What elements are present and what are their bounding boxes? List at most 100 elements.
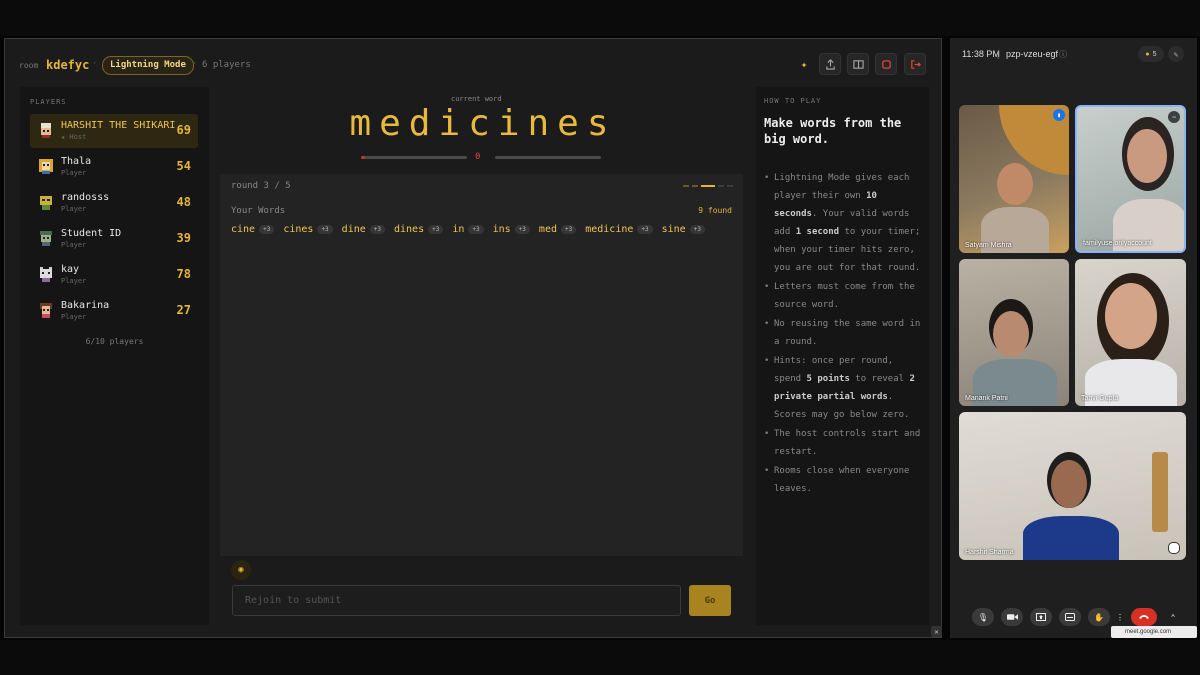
word-text: sine	[661, 224, 686, 235]
player-name: Student ID	[61, 228, 122, 239]
video-tile[interactable]: Manank Patni	[959, 259, 1069, 406]
captions-icon	[1065, 613, 1075, 621]
sparkle-icon: ✦	[800, 57, 808, 71]
go-button[interactable]: Go	[689, 585, 731, 616]
word-chip: cine +3	[231, 224, 275, 235]
people-count: 5	[1152, 50, 1157, 58]
player-role: ★ Host	[61, 133, 87, 141]
player-row: Thala Player 54	[30, 150, 198, 184]
pencil-icon: ✎	[1173, 49, 1179, 59]
word-points: +3	[317, 225, 333, 234]
meet-url: meet.google.com	[1125, 629, 1172, 635]
player-score: 48	[176, 195, 191, 209]
word-points: +3	[689, 225, 705, 234]
pin-icon[interactable]	[1168, 542, 1180, 554]
rule-emphasis: 1 second	[795, 227, 840, 237]
raise-hand-button[interactable]: ✋	[1088, 608, 1110, 626]
edit-button[interactable]: ✎	[1168, 46, 1184, 62]
camera-button[interactable]	[1001, 608, 1023, 626]
player-name: Bakarina	[61, 300, 110, 311]
participant-name: familyuse.onlyaccount	[1083, 240, 1152, 247]
word-points: +3	[259, 225, 275, 234]
rule-item: Rooms close when everyone leaves.	[764, 462, 924, 498]
leave-button[interactable]	[904, 53, 926, 75]
video-tile[interactable]: familyuse.onlyaccount ⋯	[1075, 105, 1186, 253]
timer-bar-fill	[361, 156, 365, 159]
word-text: medicine	[585, 224, 634, 235]
columns-icon	[852, 59, 864, 69]
word-chip: medicine +3	[585, 224, 653, 235]
share-button[interactable]	[819, 53, 841, 75]
words-panel: round 3 / 5 Your Words 9 found cine +3 cin…	[220, 174, 743, 556]
word-points: +3	[428, 225, 444, 234]
captions-button[interactable]	[1059, 608, 1081, 626]
video-tile[interactable]: Satyam Mishra ▮	[959, 105, 1069, 253]
word-text: cine	[231, 224, 256, 235]
room-code: kdefyc	[46, 58, 90, 72]
participant-head	[1051, 460, 1087, 508]
player-name: HARSHIT THE SHIKARI	[61, 120, 176, 131]
camera-icon	[1006, 614, 1018, 620]
found-count: 9 found	[698, 206, 732, 215]
present-button[interactable]	[1030, 608, 1052, 626]
word-text: cines	[283, 224, 314, 235]
participant-head	[993, 311, 1029, 357]
stop-button[interactable]	[875, 53, 897, 75]
mode-badge: Lightning Mode	[102, 56, 194, 75]
timer-value: 0	[475, 152, 481, 162]
stop-icon	[881, 59, 891, 69]
room-label: room	[19, 61, 39, 70]
game-window: room kdefyc · Lightning Mode · 6 players…	[4, 38, 942, 638]
player-name: Thala	[61, 156, 92, 167]
meet-time: 11:38 PM	[962, 49, 1000, 59]
word-text: dines	[394, 224, 425, 235]
word-chip: dines +3	[394, 224, 444, 235]
player-role: Player	[61, 313, 87, 321]
player-name: kay	[61, 264, 80, 275]
people-button[interactable]: ● 5	[1138, 46, 1164, 62]
your-words-label: Your Words	[231, 206, 286, 216]
screen-top-bar	[0, 0, 1200, 36]
word-points: +3	[637, 225, 653, 234]
more-options-icon[interactable]: ⋯	[1168, 111, 1180, 123]
participant-name: Tanvi Gupta	[1081, 395, 1119, 402]
participant-head	[1105, 283, 1157, 349]
players-panel: PLAYERS HARSHIT THE SHIKARI ★ Host 69 Th…	[20, 87, 209, 625]
close-icon[interactable]: ✕	[931, 626, 942, 637]
rule-item: Lightning Mode gives each player their o…	[764, 169, 924, 277]
round-dot-current	[701, 185, 715, 187]
header-separator: ·	[92, 59, 98, 69]
word-points: +3	[560, 225, 577, 234]
word-input[interactable]	[232, 585, 681, 616]
layout-button[interactable]	[847, 53, 869, 75]
chef-avatar-icon	[41, 123, 51, 138]
girl-avatar-icon	[40, 303, 52, 318]
header-separator: ·	[192, 59, 198, 69]
participant-name: Manank Patni	[965, 395, 1008, 402]
sparkle-button[interactable]: ✦	[793, 53, 815, 75]
video-tile[interactable]: Tanvi Gupta	[1075, 259, 1186, 406]
expand-button[interactable]: ⌃	[1166, 608, 1180, 626]
player-score: 27	[176, 303, 191, 317]
player-score: 54	[176, 159, 191, 173]
how-to-play-panel: HOW TO PLAY Make words from the big word…	[756, 87, 929, 625]
round-indicator: round 3 / 5	[231, 181, 291, 191]
end-call-button[interactable]	[1131, 608, 1157, 626]
how-to-play-title: Make words from the big word.	[764, 116, 902, 146]
chat-button[interactable]: ◉	[231, 560, 251, 580]
word-chip: sine +3	[662, 224, 705, 235]
hang-up-icon	[1139, 615, 1149, 619]
video-tile[interactable]: Harshit Sharma	[959, 412, 1186, 560]
rule-text: Lightning Mode gives each player their o…	[774, 173, 910, 201]
more-options-button[interactable]: ⋮	[1114, 608, 1126, 626]
participant-name: Satyam Mishra	[965, 242, 1012, 249]
word-text: ins	[492, 224, 511, 235]
meet-url-toast: meet.google.com	[1111, 626, 1197, 638]
speaking-icon: ▮	[1053, 109, 1065, 121]
meet-divider: |	[997, 49, 1000, 59]
mic-button[interactable]: 🎙	[972, 608, 994, 626]
round-dot	[727, 185, 733, 187]
word-chip: dine +3	[342, 224, 385, 235]
rule-item: Hints: once per round, spend 5 points to…	[764, 352, 924, 424]
info-icon[interactable]: ⓘ	[1059, 49, 1067, 60]
